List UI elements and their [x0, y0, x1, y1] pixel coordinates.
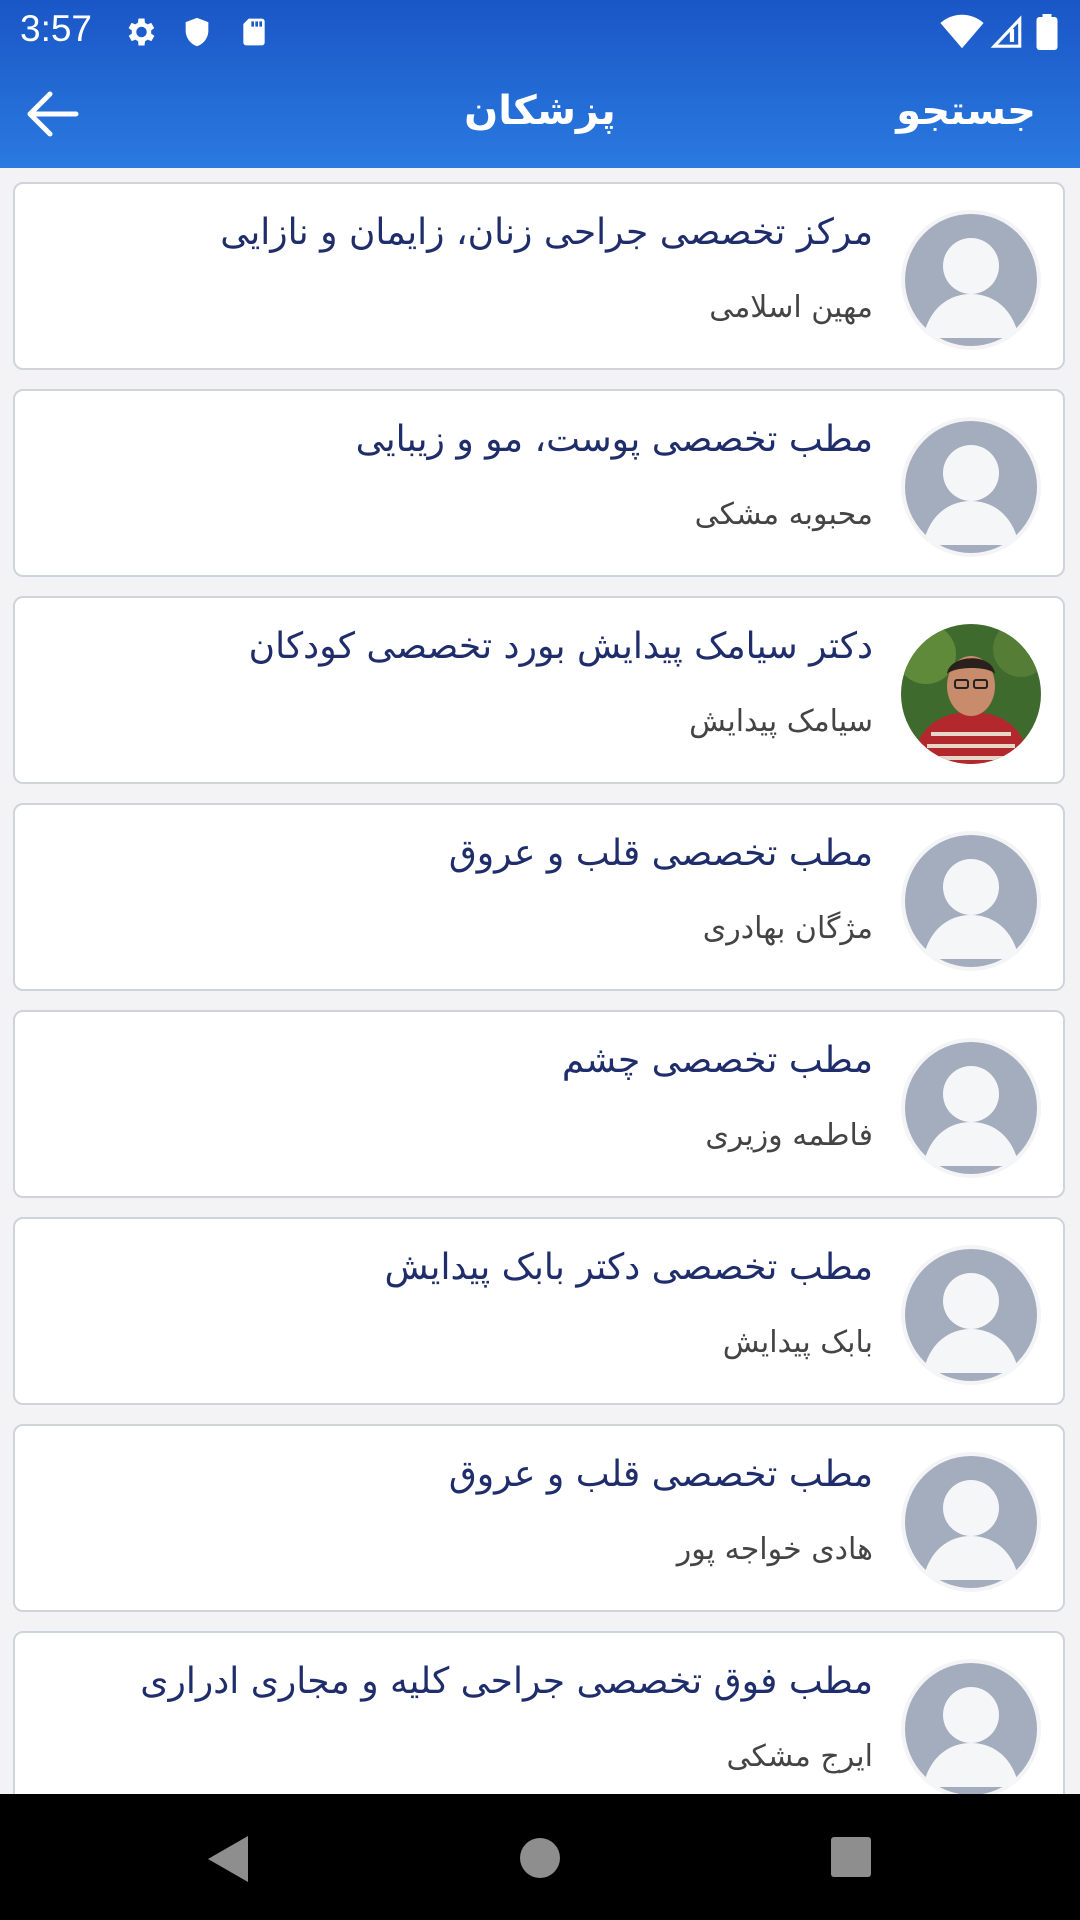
battery-icon — [1036, 14, 1058, 50]
doctor-name: محبوبه مشکی — [694, 497, 873, 532]
clinic-name: مرکز تخصصی جراحی زنان، زایمان و نازایی — [220, 212, 873, 253]
doctor-list[interactable]: مرکز تخصصی جراحی زنان، زایمان و نازایی م… — [0, 168, 1080, 1794]
avatar — [901, 1659, 1041, 1794]
default-avatar-icon — [905, 1663, 1037, 1794]
doctor-name: مژگان بهادری — [702, 911, 873, 946]
clinic-name: مطب تخصصی قلب و عروق — [448, 833, 873, 874]
status-time: 3:57 — [20, 8, 93, 49]
clinic-name: مطب فوق تخصصی جراحی کلیه و مجاری ادراری — [140, 1661, 873, 1702]
doctor-card[interactable]: مطب فوق تخصصی جراحی کلیه و مجاری ادراری … — [13, 1631, 1065, 1794]
wifi-icon — [940, 14, 984, 49]
doctor-name: ایرج مشکی — [726, 1739, 873, 1774]
clinic-name: مطب تخصصی قلب و عروق — [448, 1454, 873, 1495]
nav-home-icon[interactable] — [518, 1836, 562, 1880]
doctor-card[interactable]: دکتر سیامک پیدایش بورد تخصصی کودکان سیام… — [13, 596, 1065, 784]
doctor-name: هادی خواجه پور — [676, 1532, 873, 1567]
search-button[interactable]: جستجو — [896, 88, 1036, 134]
clinic-name: مطب تخصصی پوست، مو و زیبایی — [355, 419, 873, 460]
avatar — [901, 1038, 1041, 1178]
shield-icon — [185, 17, 209, 47]
system-navigation-bar — [0, 1794, 1080, 1920]
doctor-card[interactable]: مرکز تخصصی جراحی زنان، زایمان و نازایی م… — [13, 182, 1065, 370]
clinic-name: مطب تخصصی چشم — [561, 1040, 873, 1081]
avatar — [901, 624, 1041, 764]
doctor-name: بابک پیدایش — [722, 1325, 873, 1360]
default-avatar-icon — [905, 214, 1037, 346]
doctor-card[interactable]: مطب تخصصی چشم فاطمه وزیری — [13, 1010, 1065, 1198]
app-bar: 3:57 پزشکان جستجو — [0, 0, 1080, 168]
doctor-card[interactable]: مطب تخصصی قلب و عروق مژگان بهادری — [13, 803, 1065, 991]
default-avatar-icon — [905, 1042, 1037, 1174]
avatar — [901, 417, 1041, 557]
nav-back-icon[interactable] — [204, 1834, 250, 1884]
avatar — [901, 831, 1041, 971]
clinic-name: دکتر سیامک پیدایش بورد تخصصی کودکان — [248, 626, 873, 667]
clinic-name: مطب تخصصی دکتر بابک پیدایش — [384, 1247, 873, 1288]
sd-card-icon — [243, 18, 265, 46]
doctor-name: مهین اسلامی — [709, 290, 873, 325]
default-avatar-icon — [905, 835, 1037, 967]
default-avatar-icon — [905, 1456, 1037, 1588]
default-avatar-icon — [905, 421, 1037, 553]
avatar — [901, 1245, 1041, 1385]
signal-icon — [990, 15, 1022, 48]
doctor-photo — [901, 624, 1041, 764]
doctor-name: فاطمه وزیری — [705, 1118, 873, 1153]
settings-gear-icon — [128, 18, 155, 46]
doctor-card[interactable]: مطب تخصصی پوست، مو و زیبایی محبوبه مشکی — [13, 389, 1065, 577]
avatar — [901, 210, 1041, 350]
doctor-name: سیامک پیدایش — [689, 704, 873, 739]
status-bar: 3:57 — [0, 0, 1080, 64]
avatar — [901, 1452, 1041, 1592]
doctor-card[interactable]: مطب تخصصی قلب و عروق هادی خواجه پور — [13, 1424, 1065, 1612]
default-avatar-icon — [905, 1249, 1037, 1381]
nav-recents-icon[interactable] — [830, 1836, 872, 1878]
doctor-card[interactable]: مطب تخصصی دکتر بابک پیدایش بابک پیدایش — [13, 1217, 1065, 1405]
